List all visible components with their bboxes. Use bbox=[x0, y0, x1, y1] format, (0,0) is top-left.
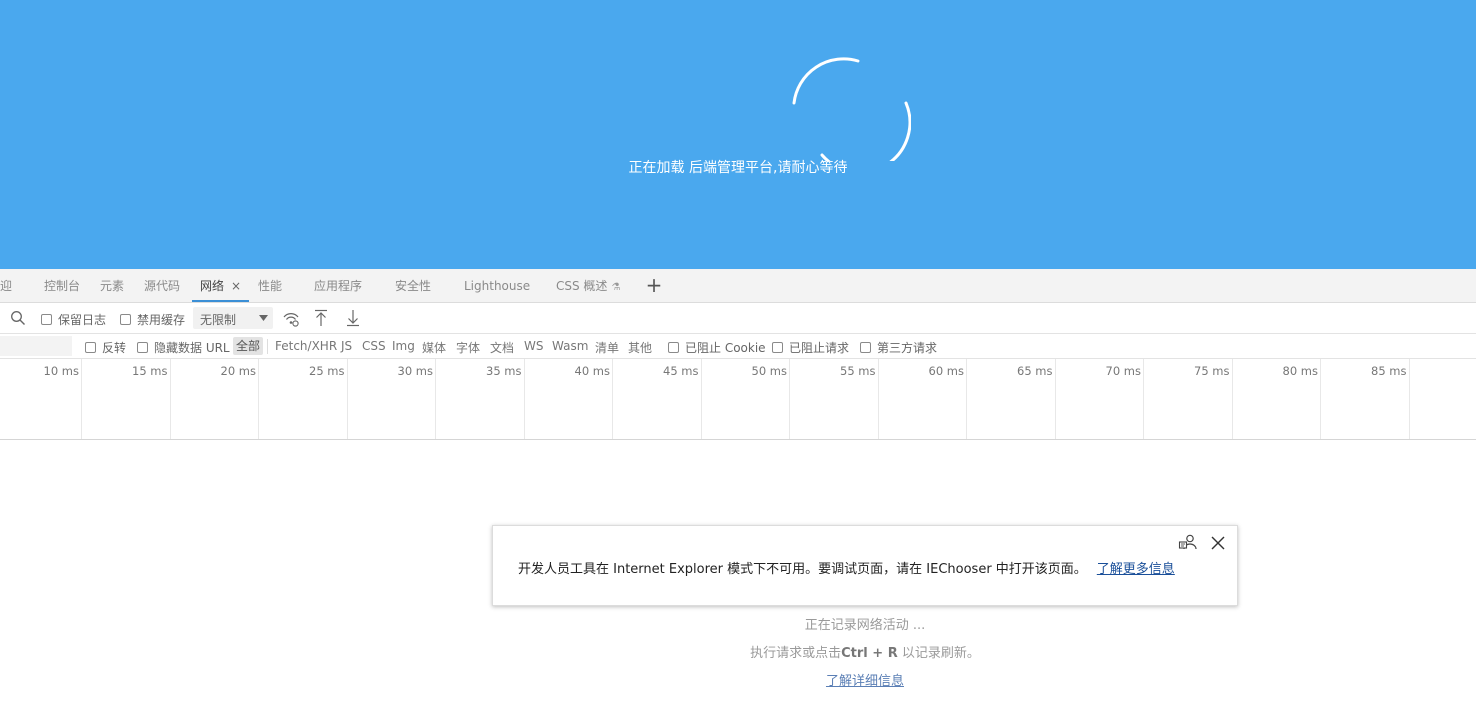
timeline-tick-label: 40 ms bbox=[574, 364, 610, 378]
timeline-tick-label: 65 ms bbox=[1017, 364, 1053, 378]
search-icon[interactable] bbox=[10, 310, 26, 326]
timeline-tick-label: 20 ms bbox=[220, 364, 256, 378]
timeline-gridline bbox=[1408, 359, 1410, 439]
timeline-gridline bbox=[346, 359, 348, 439]
timeline-tick-label: 70 ms bbox=[1105, 364, 1141, 378]
timeline-tick-label: 50 ms bbox=[751, 364, 787, 378]
timeline-gridline bbox=[966, 359, 967, 439]
network-conditions-icon[interactable] bbox=[282, 311, 300, 327]
checkbox-box[interactable] bbox=[772, 342, 783, 353]
reload-hint: 执行请求或点击Ctrl + R 以记录刷新。 bbox=[750, 646, 980, 661]
tab-console[interactable]: 控制台 bbox=[44, 269, 80, 302]
timeline-tick-label: 60 ms bbox=[928, 364, 964, 378]
preserve-log-checkbox[interactable]: 保留日志 bbox=[41, 311, 106, 328]
timeline-gridline bbox=[1143, 359, 1144, 439]
devtools-tab-bar: 迎 控制台 元素 源代码 网络 × 性能 应用程序 安全性 Lighthouse … bbox=[0, 269, 1476, 303]
timeline-tick-label: 75 ms bbox=[1194, 364, 1230, 378]
loading-message: 正在加载 后端管理平台,请耐心等待 bbox=[628, 160, 848, 176]
learn-more-link[interactable]: 了解更多信息 bbox=[1097, 562, 1175, 577]
close-tab-icon[interactable]: × bbox=[231, 279, 241, 293]
checkbox-box[interactable] bbox=[41, 314, 52, 325]
tab-elements[interactable]: 元素 bbox=[100, 269, 124, 302]
shortcut-keys: Ctrl + R bbox=[841, 646, 898, 661]
timeline-gridline bbox=[700, 359, 702, 439]
timeline-gridline bbox=[81, 359, 82, 439]
filter-type-other[interactable]: 其他 bbox=[628, 339, 652, 356]
timeline-gridline bbox=[1231, 359, 1233, 439]
filter-type-font[interactable]: 字体 bbox=[456, 339, 480, 356]
tab-sources[interactable]: 源代码 bbox=[144, 269, 180, 302]
learn-details-link[interactable]: 了解详细信息 bbox=[826, 674, 904, 689]
filter-type-all[interactable]: 全部 bbox=[233, 337, 264, 355]
chevron-down-icon bbox=[259, 315, 268, 321]
filter-type-fetch-xhr[interactable]: Fetch/XHR bbox=[275, 339, 337, 353]
loading-spinner-icon bbox=[792, 57, 911, 161]
timeline-tick-label: 30 ms bbox=[397, 364, 433, 378]
network-overview-timeline[interactable]: 10 ms 15 ms 20 ms 25 ms 30 ms 35 ms 40 ms 45 ms… bbox=[0, 359, 1476, 440]
learn-more-row: 了解详细信息 bbox=[0, 670, 1476, 689]
blocked-cookies-checkbox[interactable]: 已阻止 Cookie bbox=[668, 339, 766, 356]
filter-type-manifest[interactable]: 清单 bbox=[595, 339, 619, 356]
notice-message: 开发人员工具在 Internet Explorer 模式下不可用。要调试页面，请… bbox=[518, 562, 1175, 577]
flask-icon: ⚗ bbox=[611, 282, 621, 293]
checkbox-box[interactable] bbox=[668, 342, 679, 353]
filter-type-img[interactable]: Img bbox=[392, 339, 415, 353]
timeline-gridline bbox=[612, 359, 613, 439]
filter-type-doc[interactable]: 文档 bbox=[490, 339, 514, 356]
tab-network[interactable]: 网络 × bbox=[192, 269, 250, 302]
checkbox-box[interactable] bbox=[120, 314, 131, 325]
invert-checkbox[interactable]: 反转 bbox=[85, 339, 126, 356]
timeline-tick-label: 85 ms bbox=[1371, 364, 1407, 378]
timeline-gridline bbox=[169, 359, 171, 439]
third-party-checkbox[interactable]: 第三方请求 bbox=[860, 339, 937, 356]
timeline-gridline bbox=[435, 359, 436, 439]
filter-type-css[interactable]: CSS bbox=[362, 339, 386, 353]
disable-cache-checkbox[interactable]: 禁用缓存 bbox=[120, 311, 185, 328]
filter-type-js[interactable]: JS bbox=[341, 339, 352, 353]
tab-lighthouse[interactable]: Lighthouse bbox=[464, 269, 530, 302]
filter-type-wasm[interactable]: Wasm bbox=[552, 339, 588, 353]
divider bbox=[267, 339, 268, 354]
timeline-tick-label: 15 ms bbox=[132, 364, 168, 378]
tab-welcome[interactable]: 迎 bbox=[0, 269, 12, 302]
export-har-icon[interactable] bbox=[346, 309, 360, 327]
throttling-select[interactable]: 无限制 bbox=[193, 307, 273, 329]
timeline-gridline bbox=[258, 359, 259, 439]
tab-application[interactable]: 应用程序 bbox=[314, 269, 362, 302]
timeline-gridline bbox=[789, 359, 790, 439]
checkbox-box[interactable] bbox=[85, 342, 96, 353]
network-toolbar: 保留日志 禁用缓存 无限制 bbox=[0, 303, 1476, 334]
feedback-icon[interactable] bbox=[1178, 533, 1198, 553]
timeline-gridline bbox=[1054, 359, 1056, 439]
timeline-gridline bbox=[1320, 359, 1321, 439]
timeline-gridline bbox=[877, 359, 879, 439]
add-tab-button[interactable]: + bbox=[643, 274, 665, 296]
timeline-tick-label: 45 ms bbox=[663, 364, 699, 378]
filter-type-media[interactable]: 媒体 bbox=[422, 339, 446, 356]
blocked-requests-checkbox[interactable]: 已阻止请求 bbox=[772, 339, 849, 356]
timeline-tick-label: 35 ms bbox=[486, 364, 522, 378]
filter-type-ws[interactable]: WS bbox=[524, 339, 543, 353]
hide-data-urls-checkbox[interactable]: 隐藏数据 URL bbox=[137, 339, 230, 356]
filter-input[interactable] bbox=[0, 336, 72, 356]
close-icon[interactable] bbox=[1209, 534, 1227, 552]
timeline-tick-label: 90 bbox=[1435, 364, 1476, 378]
timeline-tick-label: 55 ms bbox=[840, 364, 876, 378]
import-har-icon[interactable] bbox=[314, 309, 328, 327]
tab-css-overview[interactable]: CSS 概述 ⚗ bbox=[556, 269, 620, 302]
checkbox-box[interactable] bbox=[860, 342, 871, 353]
recording-message: 正在记录网络活动 ... bbox=[804, 618, 926, 633]
timeline-tick-label: 25 ms bbox=[309, 364, 345, 378]
ie-mode-notice: 开发人员工具在 Internet Explorer 模式下不可用。要调试页面，请… bbox=[492, 525, 1238, 606]
tab-performance[interactable]: 性能 bbox=[258, 269, 282, 302]
loading-screen: 正在加载 后端管理平台,请耐心等待 bbox=[0, 0, 1476, 269]
timeline-tick-label: 10 ms bbox=[43, 364, 79, 378]
timeline-gridline bbox=[523, 359, 525, 439]
network-filter-bar: 反转 隐藏数据 URL 全部 Fetch/XHR JS CSS Img 媒体 字… bbox=[0, 334, 1476, 359]
timeline-tick-label: 80 ms bbox=[1282, 364, 1318, 378]
tab-security[interactable]: 安全性 bbox=[395, 269, 431, 302]
checkbox-box[interactable] bbox=[137, 342, 148, 353]
